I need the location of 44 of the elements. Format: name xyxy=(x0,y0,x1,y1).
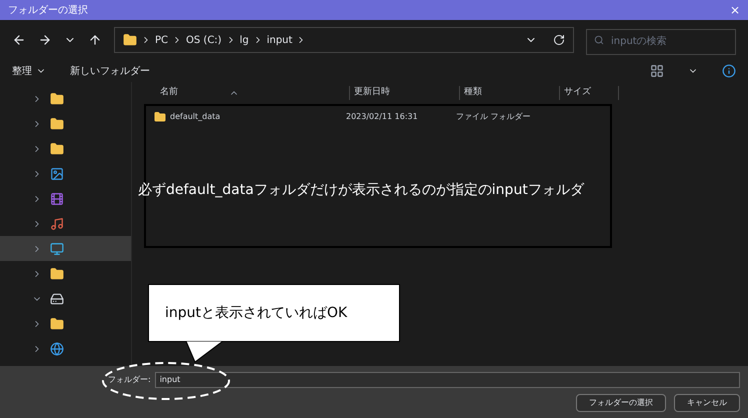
breadcrumb[interactable]: OS (C:) xyxy=(186,32,222,48)
callout-text: inputと表示されていればOK xyxy=(165,304,348,322)
column-header[interactable]: 種類 xyxy=(459,86,559,100)
dialog-button[interactable]: フォルダーの選択 xyxy=(576,394,666,412)
folder-icon xyxy=(50,316,64,330)
address-bar[interactable]: PC OS (C:) lg input xyxy=(114,27,574,53)
folder-icon xyxy=(50,116,64,130)
globe-icon xyxy=(50,342,64,356)
picture-icon xyxy=(50,166,64,180)
note-text: 必ずdefault_dataフォルダだけが表示されるのが指定のinputフォルダ xyxy=(138,181,584,200)
close-button[interactable]: × xyxy=(730,1,740,19)
new-folder-button[interactable]: 新しいフォルダー xyxy=(70,64,150,78)
dialog-button[interactable]: キャンセル xyxy=(674,394,740,412)
file-name: default_data xyxy=(170,111,220,123)
forward-icon[interactable] xyxy=(38,33,52,47)
film-icon xyxy=(50,192,64,206)
window-title: フォルダーの選択 xyxy=(8,4,88,18)
folder-icon xyxy=(154,111,166,123)
folder-icon xyxy=(123,33,137,47)
view-icon[interactable] xyxy=(650,64,664,78)
organize-menu[interactable]: 整理 xyxy=(12,64,46,78)
back-icon[interactable] xyxy=(12,33,26,47)
up-icon[interactable] xyxy=(88,33,102,47)
breadcrumb[interactable]: input xyxy=(266,32,292,48)
music-icon xyxy=(50,216,64,230)
file-row[interactable]: default_data 2023/02/11 16:31 ファイル フォルダー xyxy=(146,106,610,128)
folder-input[interactable]: input xyxy=(154,372,740,388)
search-field[interactable]: inputの検索 xyxy=(586,28,736,54)
folder-icon xyxy=(50,142,64,156)
folder-icon xyxy=(50,266,64,280)
column-header[interactable]: サイズ xyxy=(559,86,619,100)
info-icon[interactable] xyxy=(722,64,736,78)
drive-icon xyxy=(50,292,64,306)
column-header[interactable]: 名前 xyxy=(144,86,349,100)
column-header[interactable]: 更新日時 xyxy=(349,86,459,100)
file-type: ファイル フォルダー xyxy=(456,111,532,123)
refresh-icon[interactable] xyxy=(553,34,565,46)
monitor-icon xyxy=(50,242,64,256)
breadcrumb[interactable]: lg xyxy=(240,32,249,48)
file-date: 2023/02/11 16:31 xyxy=(346,111,419,123)
search-icon xyxy=(594,35,604,45)
folder-label: フォルダー: xyxy=(108,374,151,386)
folder-icon xyxy=(50,92,64,106)
breadcrumb[interactable]: PC xyxy=(155,32,168,48)
